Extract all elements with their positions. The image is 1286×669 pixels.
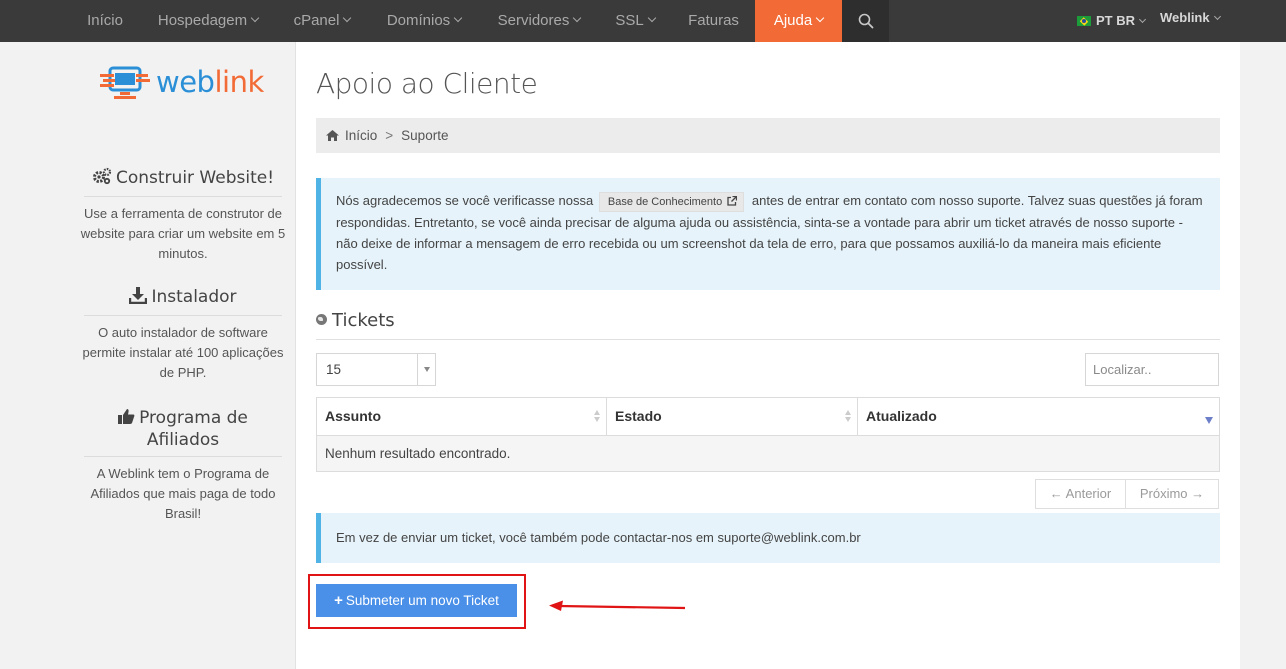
language-selector[interactable]: PT BR — [1077, 0, 1147, 42]
nav-item-label: SSL — [615, 12, 644, 29]
column-header-label: Estado — [615, 408, 662, 424]
tickets-heading-text: Tickets — [332, 310, 395, 331]
logo-text-a: web — [156, 65, 215, 99]
sidebar-block-text: Use a ferramenta de construtor de websit… — [80, 206, 286, 261]
chevron-down-icon — [250, 13, 260, 23]
nav-item-label: Faturas — [688, 12, 739, 29]
nav-item-inicio[interactable]: Início — [70, 0, 140, 42]
user-menu[interactable]: Weblink — [1160, 10, 1221, 25]
tickets-search-input[interactable] — [1085, 353, 1219, 386]
sidebar-block-afiliados: Programa de Afiliados A Weblink tem o Pr… — [80, 408, 286, 524]
chevron-down-icon — [453, 13, 463, 23]
sidebar-block-text: A Weblink tem o Programa de Afiliados qu… — [90, 466, 276, 521]
page-size-select[interactable]: 15 — [316, 353, 436, 386]
chevron-down-icon — [647, 13, 656, 23]
chevron-down-icon — [1213, 12, 1221, 21]
page-title: Apoio ao Cliente — [316, 67, 538, 100]
sidebar-block-title[interactable]: Construir Website! — [84, 167, 282, 197]
pager-previous-button[interactable]: ← Anterior — [1035, 479, 1126, 509]
column-header-label: Atualizado — [866, 408, 937, 424]
breadcrumb-current: Suporte — [401, 128, 449, 143]
breadcrumb-link-inicio[interactable]: Início — [345, 128, 377, 143]
column-header-label: Assunto — [325, 408, 381, 424]
brazil-flag-icon — [1077, 16, 1091, 26]
chevron-down-icon — [343, 13, 352, 23]
user-name: Weblink — [1160, 10, 1210, 25]
nav-item-faturas[interactable]: Faturas — [672, 0, 755, 42]
sidebar-block-title[interactable]: Instalador — [84, 287, 282, 316]
monitor-logo-icon — [100, 66, 150, 99]
nav-search-button[interactable] — [842, 0, 889, 42]
home-icon — [326, 119, 339, 154]
nav-item-hospedagem[interactable]: Hospedagem — [140, 0, 276, 42]
page-size-value: 15 — [326, 362, 342, 377]
logo-wordmark: weblink — [156, 65, 264, 99]
breadcrumb-separator: > — [385, 128, 394, 143]
nav-item-label: Início — [87, 12, 123, 29]
sidebar-block-text: O auto instalador de software permite in… — [82, 325, 284, 380]
knowledgebase-button[interactable]: Base de Conhecimento — [598, 192, 745, 212]
nav-item-label: Hospedagem — [157, 12, 248, 29]
logo-text-b: link — [214, 65, 264, 99]
alert-intro-text: Nós agradecemos se você verificasse noss… — [336, 193, 594, 208]
tickets-table: Assunto Estado Atualizado Nenhum resulta… — [316, 397, 1220, 472]
nav-item-label: Domínios — [386, 12, 451, 29]
nav-item-ssl[interactable]: SSL — [598, 0, 672, 42]
nav-item-cpanel[interactable]: cPanel — [276, 0, 368, 42]
nav-item-servidores[interactable]: Servidores — [480, 0, 598, 42]
sidebar-block-construir: Construir Website! Use a ferramenta de c… — [80, 167, 286, 264]
sidebar: weblink Construir Website! Use a ferrame… — [70, 42, 296, 669]
sidebar-title-text: Instalador — [151, 287, 237, 307]
contact-alert: Em vez de enviar um ticket, você também … — [316, 513, 1220, 563]
sidebar-block-title[interactable]: Programa de Afiliados — [84, 408, 282, 457]
contact-alert-text: Em vez de enviar um ticket, você também … — [336, 530, 861, 545]
top-navbar: Início Hospedagem cPanel Domínios Servid… — [0, 0, 1286, 48]
red-arrow-icon — [549, 600, 686, 611]
breadcrumb: Início > Suporte — [316, 118, 1220, 153]
kb-button-label: Base de Conhecimento — [607, 196, 723, 208]
column-header-atualizado[interactable]: Atualizado — [858, 398, 1219, 435]
nav-item-ajuda[interactable]: Ajuda — [755, 0, 842, 48]
weblink-logo[interactable]: weblink — [100, 64, 265, 104]
knowledgebase-alert: Nós agradecemos se você verificasse noss… — [316, 178, 1220, 290]
table-empty-row: Nenhum resultado encontrado. — [317, 435, 1219, 471]
column-header-estado[interactable]: Estado — [607, 398, 858, 435]
globe-icon — [316, 314, 327, 325]
sort-icon — [845, 410, 851, 422]
gears-icon — [92, 167, 112, 190]
column-header-assunto[interactable]: Assunto — [317, 398, 607, 435]
search-icon — [858, 13, 874, 29]
external-link-icon — [727, 195, 738, 206]
sort-icon — [594, 410, 600, 422]
sidebar-title-text: Programa de Afiliados — [139, 408, 248, 450]
nav-item-dominios[interactable]: Domínios — [368, 0, 480, 42]
sidebar-title-text: Construir Website! — [115, 168, 275, 188]
thumbs-up-icon — [118, 408, 135, 430]
pager-next-button[interactable]: Próximo → — [1125, 479, 1219, 509]
tickets-heading: Tickets — [316, 310, 1220, 340]
chevron-down-icon — [815, 13, 825, 23]
nav-item-label: Ajuda — [773, 12, 813, 29]
sort-desc-icon — [1205, 417, 1213, 424]
download-icon — [129, 287, 148, 309]
chevron-down-icon — [1138, 15, 1147, 24]
chevron-down-icon — [573, 13, 582, 23]
nav-item-label: Servidores — [497, 12, 570, 29]
highlight-box — [308, 574, 526, 629]
dropdown-arrow-icon — [417, 354, 435, 385]
language-label: PT BR — [1096, 13, 1135, 28]
sidebar-block-instalador: Instalador O auto instalador de software… — [80, 287, 286, 383]
nav-item-label: cPanel — [293, 12, 340, 29]
